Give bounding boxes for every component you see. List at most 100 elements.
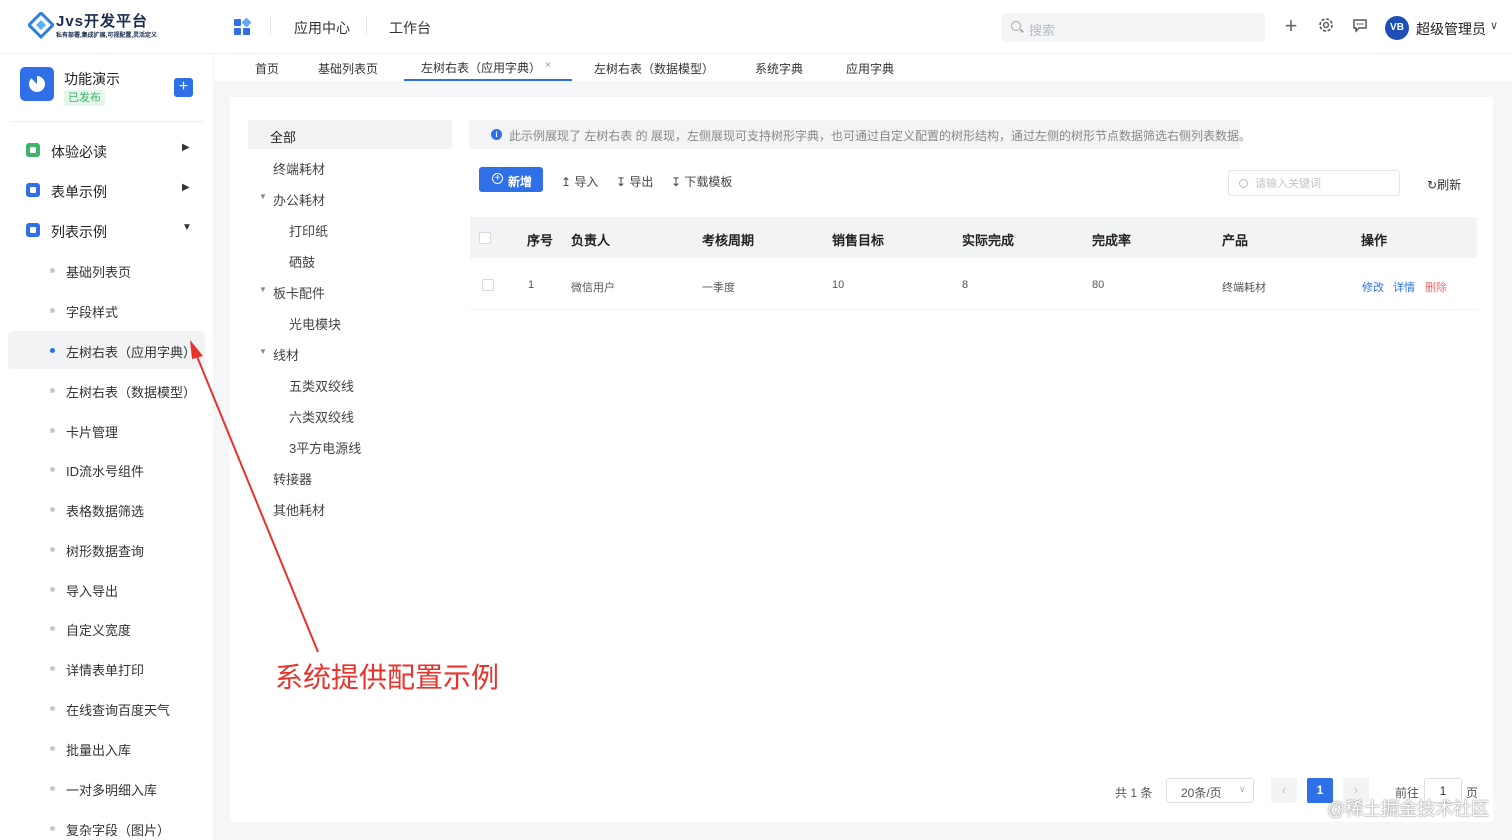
message-icon[interactable] <box>1350 16 1370 36</box>
sidebar-item[interactable]: 批量出入库 <box>8 729 205 767</box>
column-header: 实际完成 <box>962 233 1015 248</box>
sidebar-item[interactable]: 导入导出 <box>8 570 205 608</box>
list-icon <box>26 223 40 237</box>
tab-home[interactable]: 首页 <box>255 60 279 77</box>
prev-page-button[interactable]: ‹ <box>1271 778 1297 803</box>
gear-icon[interactable] <box>1316 16 1336 36</box>
sidebar-item[interactable]: 字段样式 <box>8 291 205 329</box>
caret-down-icon[interactable]: ▼ <box>259 285 267 294</box>
chevron-down-icon[interactable]: ∨ <box>1490 19 1498 32</box>
sidebar-group-guide[interactable]: 体验必读 ▶ <box>0 137 213 165</box>
tree-node[interactable]: 六类双绞线 <box>289 407 354 426</box>
detail-link[interactable]: 详情 <box>1393 279 1415 295</box>
sidebar-item[interactable]: 表格数据筛选 <box>8 490 205 528</box>
cell-product: 终端耗材 <box>1222 282 1266 294</box>
app-icon <box>20 67 54 101</box>
info-banner: i 此示例展现了 左树右表 的 展现，左侧展现可支持树形字典，也可通过自定义配置… <box>469 120 1251 149</box>
tab-left-tree-data-model[interactable]: 左树右表（数据模型） <box>594 60 714 77</box>
tab-basic-list[interactable]: 基础列表页 <box>318 60 378 77</box>
keyword-input[interactable] <box>1255 175 1395 192</box>
column-header: 产品 <box>1222 233 1249 248</box>
sidebar-group-label: 表单示例 <box>51 184 107 200</box>
table-header: 序号 负责人 考核周期 销售目标 实际完成 完成率 产品 操作 <box>470 217 1477 258</box>
delete-link[interactable]: 删除 <box>1425 279 1447 295</box>
sidebar-item[interactable]: 在线查询百度天气 <box>8 689 205 727</box>
sidebar-item-active[interactable]: 左树右表（应用字典） <box>8 331 205 369</box>
column-header: 销售目标 <box>832 233 885 248</box>
active-tab-indicator <box>404 79 572 81</box>
status-badge: 已发布 <box>64 90 105 106</box>
watermark-credit: @稀土掘金技术社区 <box>1327 799 1490 819</box>
tree-node[interactable]: 终端耗材 <box>273 159 325 178</box>
cell-actual: 8 <box>962 279 969 291</box>
export-button[interactable]: ↧ 导出 <box>616 173 653 190</box>
avatar[interactable]: VB <box>1385 16 1409 40</box>
nav-app-center[interactable]: 应用中心 <box>294 18 350 38</box>
apps-grid-icon[interactable] <box>234 17 252 35</box>
caret-down-icon[interactable]: ▼ <box>259 347 267 356</box>
sidebar-item[interactable]: 基础列表页 <box>8 251 205 289</box>
logo-title: Jvs开发平台 <box>56 13 149 30</box>
import-button[interactable]: ↥ 导入 <box>561 173 598 190</box>
tree-node-all[interactable]: 全部 <box>248 120 452 149</box>
cell-target: 10 <box>832 279 845 291</box>
tree-node[interactable]: 线材 <box>273 345 299 364</box>
tree-node[interactable]: 转接器 <box>273 469 312 488</box>
edit-link[interactable]: 修改 <box>1362 279 1384 295</box>
close-icon[interactable]: × <box>545 60 551 71</box>
sidebar-item[interactable]: 复杂字段（图片） <box>8 809 205 840</box>
table-row[interactable]: 1 微信用户 一季度 10 8 80 终端耗材 修改 详情 删除 <box>470 260 1477 310</box>
refresh-button[interactable]: ↻刷新 <box>1427 176 1461 193</box>
sidebar-item[interactable]: 详情表单打印 <box>8 649 205 687</box>
app-name[interactable]: 功能演示 <box>64 69 120 89</box>
sidebar-item[interactable]: 自定义宽度 <box>8 609 205 647</box>
sidebar-item[interactable]: 一对多明细入库 <box>8 769 205 807</box>
tree-node[interactable]: 3平方电源线 <box>289 438 361 457</box>
tree-node[interactable]: 办公耗材 <box>273 190 325 209</box>
sidebar-item[interactable]: 树形数据查询 <box>8 530 205 568</box>
add-menu-button[interactable]: + <box>174 78 193 97</box>
tab-left-tree-app-dict[interactable]: 左树右表（应用字典） <box>421 59 541 76</box>
tree-node[interactable]: 光电模块 <box>289 314 341 333</box>
logo-icon <box>28 12 54 40</box>
caret-down-icon[interactable]: ▼ <box>259 192 267 201</box>
chevron-down-icon: ▼ <box>182 222 192 233</box>
tree-node[interactable]: 五类双绞线 <box>289 376 354 395</box>
tab-system-dict[interactable]: 系统字典 <box>755 60 803 77</box>
cell-owner: 微信用户 <box>571 282 615 294</box>
annotation-text: 系统提供配置示例 <box>275 662 500 693</box>
row-checkbox[interactable] <box>482 279 494 291</box>
cell-index: 1 <box>528 279 535 291</box>
download-template-button[interactable]: ↧ 下载模板 <box>671 173 732 190</box>
tree-node[interactable]: 板卡配件 <box>273 283 325 302</box>
tree-node[interactable]: 打印纸 <box>289 221 328 240</box>
cell-rate: 80 <box>1092 279 1105 291</box>
plus-icon[interactable]: + <box>1281 15 1301 37</box>
keyword-search-field[interactable] <box>1228 170 1400 196</box>
chevron-down-icon: ∨ <box>1239 784 1246 794</box>
form-icon <box>26 183 40 197</box>
sidebar-item[interactable]: ID流水号组件 <box>8 450 205 488</box>
select-all-checkbox[interactable] <box>479 232 491 244</box>
sidebar-group-label: 列表示例 <box>51 224 107 240</box>
sidebar-item[interactable]: 卡片管理 <box>8 411 205 449</box>
plus-circle-icon: + <box>492 173 503 184</box>
sidebar-group-lists[interactable]: 列表示例 ▼ <box>0 217 213 245</box>
nav-divider <box>366 17 367 35</box>
sidebar-item[interactable]: 左树右表（数据模型） <box>8 371 205 409</box>
tree-node[interactable]: 其他耗材 <box>273 500 325 519</box>
search-placeholder: 搜索 <box>1029 23 1056 38</box>
book-icon <box>26 143 40 157</box>
logo[interactable]: Jvs开发平台 私有部署,集成扩展,可视配置,灵活定义 <box>28 10 188 44</box>
column-header: 考核周期 <box>702 233 755 248</box>
tab-app-dict[interactable]: 应用字典 <box>846 60 894 77</box>
sidebar-group-forms[interactable]: 表单示例 ▶ <box>0 177 213 205</box>
nav-workbench[interactable]: 工作台 <box>389 18 431 38</box>
search-icon <box>1239 179 1248 188</box>
add-button[interactable]: + 新增 <box>479 167 543 192</box>
tree-node[interactable]: 硒鼓 <box>289 252 315 271</box>
cell-period: 一季度 <box>702 282 735 294</box>
username[interactable]: 超级管理员 <box>1416 19 1486 39</box>
global-search-input[interactable]: 搜索 <box>1002 13 1265 42</box>
page-size-select[interactable]: 20条/页 ∨ <box>1166 778 1254 803</box>
